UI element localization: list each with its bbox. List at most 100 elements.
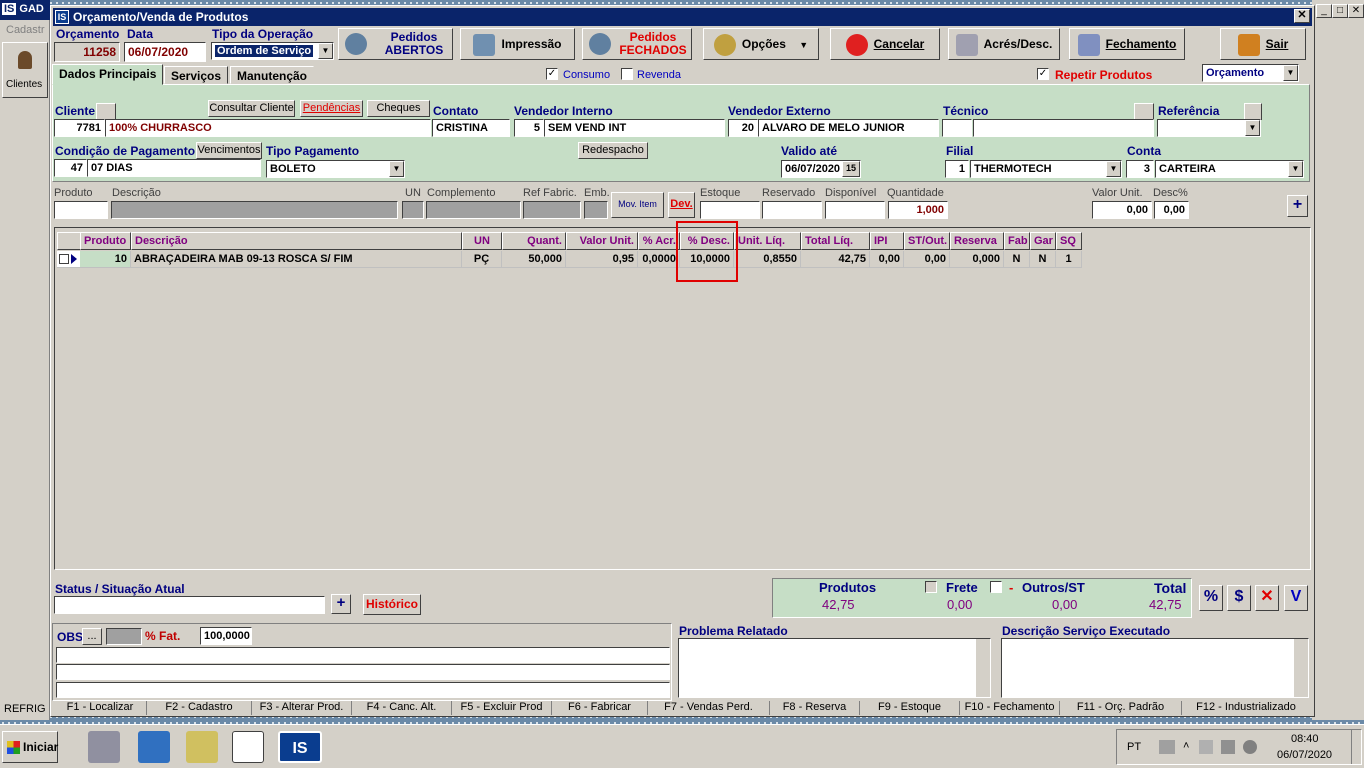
percent-button[interactable]: % <box>1199 585 1223 611</box>
chevron-down-icon[interactable]: ▼ <box>389 161 404 177</box>
grid-header-sq[interactable]: SQ <box>1056 232 1082 250</box>
grid-header-quant[interactable]: Quant. <box>502 232 566 250</box>
close-icon[interactable]: ✕ <box>1348 4 1364 18</box>
fkey-f11[interactable]: F11 - Orç. Padrão <box>1060 701 1182 715</box>
filial-select[interactable]: THERMOTECH ▼ <box>970 160 1122 178</box>
revenda-checkbox[interactable] <box>621 68 633 80</box>
tipo-pagamento-select[interactable]: BOLETO ▼ <box>266 160 405 178</box>
opcoes-button[interactable]: Opções ▼ <box>703 28 819 60</box>
grid-header-produto[interactable]: Produto <box>80 232 131 250</box>
printer-app-icon[interactable] <box>88 731 120 763</box>
show-desktop-button[interactable] <box>1351 730 1361 764</box>
filial-codigo[interactable]: 1 <box>945 160 969 178</box>
language-indicator[interactable]: PT <box>1127 741 1141 753</box>
conta-select[interactable]: CARTEIRA ▼ <box>1155 160 1304 178</box>
grid-header-gar[interactable]: Gar <box>1030 232 1056 250</box>
chevron-down-icon[interactable]: ▼ <box>318 43 333 59</box>
grid-header-st-out[interactable]: ST/Out. <box>904 232 950 250</box>
obs-more-button[interactable]: ... <box>82 628 102 645</box>
grid-header-unit-liq[interactable]: Unit. Líq. <box>734 232 801 250</box>
volume-muted-icon[interactable] <box>1243 740 1257 754</box>
add-status-button[interactable]: + <box>331 594 351 614</box>
grid-header-fab[interactable]: Fab <box>1004 232 1030 250</box>
clientes-shortcut-button[interactable]: Clientes <box>2 42 48 98</box>
status-field[interactable] <box>54 596 325 614</box>
tecnico-nome[interactable] <box>973 119 1154 137</box>
fkey-f4[interactable]: F4 - Canc. Alt. <box>352 701 452 715</box>
conta-codigo[interactable]: 3 <box>1126 160 1154 178</box>
vendedor-externo-nome[interactable]: ALVARO DE MELO JUNIOR <box>758 119 939 137</box>
grid-header-total-liq[interactable]: Total Líq. <box>801 232 870 250</box>
grid-header-descricao[interactable]: Descrição <box>131 232 462 250</box>
condicao-nome-field[interactable]: 07 DIAS <box>87 159 261 177</box>
quantidade-input[interactable]: 1,000 <box>888 201 948 219</box>
confirm-button[interactable]: V <box>1284 585 1308 611</box>
valido-ate-field[interactable]: 06/07/2020 15 <box>781 160 861 178</box>
is-app-taskbar-button[interactable]: IS <box>278 731 322 763</box>
outros-checkbox[interactable] <box>990 581 1002 593</box>
impressao-button[interactable]: Impressão <box>460 28 575 60</box>
fechamento-button[interactable]: Fechamento <box>1069 28 1185 60</box>
vendedor-interno-nome[interactable]: SEM VEND INT <box>544 119 725 137</box>
dollar-button[interactable]: $ <box>1227 585 1251 611</box>
grid-header-reserva[interactable]: Reserva <box>950 232 1004 250</box>
row-checkbox[interactable] <box>59 254 69 264</box>
referencia-select[interactable]: ▼ <box>1157 119 1261 137</box>
cheques-button[interactable]: Cheques <box>367 100 430 117</box>
tipo-documento-select[interactable]: Orçamento ▼ <box>1202 64 1299 82</box>
maximize-icon[interactable]: □ <box>1332 4 1348 18</box>
condicao-codigo-field[interactable]: 47 <box>54 159 87 177</box>
keyboard-icon[interactable] <box>1159 740 1175 754</box>
desc-pct-input[interactable]: 0,00 <box>1154 201 1189 219</box>
historico-button[interactable]: Histórico <box>363 594 421 615</box>
vencimentos-button[interactable]: Vencimentos <box>196 142 262 159</box>
start-button[interactable]: Iniciar <box>2 731 58 763</box>
acres-desc-button[interactable]: Acrés/Desc. <box>948 28 1060 60</box>
window-close-button[interactable]: ✕ <box>1294 9 1310 23</box>
redespacho-button[interactable]: Redespacho <box>578 142 648 159</box>
flag-icon[interactable] <box>1199 740 1213 754</box>
cancelar-button[interactable]: Cancelar <box>830 28 940 60</box>
fkey-f5[interactable]: F5 - Excluir Prod <box>452 701 552 715</box>
grid-header-acr[interactable]: % Acr. <box>638 232 680 250</box>
sair-button[interactable]: Sair <box>1220 28 1306 60</box>
valor-unit-input[interactable]: 0,00 <box>1092 201 1152 219</box>
fkey-f2[interactable]: F2 - Cadastro <box>147 701 252 715</box>
network-icon[interactable] <box>1221 740 1235 754</box>
produto-input[interactable] <box>54 201 108 219</box>
fkey-f10[interactable]: F10 - Fechamento <box>960 701 1060 715</box>
referencia-lookup-button[interactable] <box>1244 103 1262 120</box>
fkey-f8[interactable]: F8 - Reserva <box>770 701 860 715</box>
consumo-checkbox[interactable]: ✓ <box>546 68 558 80</box>
consultar-cliente-button[interactable]: Consultar Cliente <box>208 100 295 117</box>
chevron-down-icon[interactable]: ▼ <box>1106 161 1121 177</box>
fkey-f7[interactable]: F7 - Vendas Perd. <box>648 701 770 715</box>
grid-header-ipi[interactable]: IPI <box>870 232 904 250</box>
obs-line-2[interactable] <box>56 664 670 680</box>
obs-line-1[interactable] <box>56 647 670 663</box>
fkey-f9[interactable]: F9 - Estoque <box>860 701 960 715</box>
scrollbar[interactable] <box>1294 639 1308 697</box>
grid-header-valor-unit[interactable]: Valor Unit. <box>566 232 638 250</box>
tecnico-lookup-button[interactable] <box>1134 103 1154 120</box>
tab-dados-principais[interactable]: Dados Principais <box>52 64 164 85</box>
tab-manutencao[interactable]: Manutenção <box>230 66 315 84</box>
grid-header-un[interactable]: UN <box>462 232 502 250</box>
fat-field[interactable]: 100,0000 <box>200 627 252 645</box>
contato-field[interactable]: CRISTINA <box>432 119 510 137</box>
cliente-nome-field[interactable]: 100% CHURRASCO <box>105 119 431 137</box>
pedidos-abertos-button[interactable]: Pedidos ABERTOS <box>338 28 453 60</box>
chevron-down-icon[interactable]: ▼ <box>1288 161 1303 177</box>
delete-button[interactable]: ✕ <box>1255 585 1279 611</box>
obs-line-3[interactable] <box>56 682 670 698</box>
minimize-icon[interactable]: _ <box>1316 4 1332 18</box>
dev-button[interactable]: Dev. <box>668 192 695 218</box>
add-item-button[interactable]: + <box>1287 195 1308 217</box>
frete-checkbox[interactable] <box>925 581 937 593</box>
document-app-icon[interactable] <box>232 731 264 763</box>
fkey-f6[interactable]: F6 - Fabricar <box>552 701 648 715</box>
tecnico-codigo[interactable] <box>942 119 972 137</box>
servico-executado-textarea[interactable] <box>1001 638 1309 698</box>
chevron-down-icon[interactable]: ▼ <box>1245 120 1260 136</box>
vendedor-externo-codigo[interactable]: 20 <box>728 119 758 137</box>
